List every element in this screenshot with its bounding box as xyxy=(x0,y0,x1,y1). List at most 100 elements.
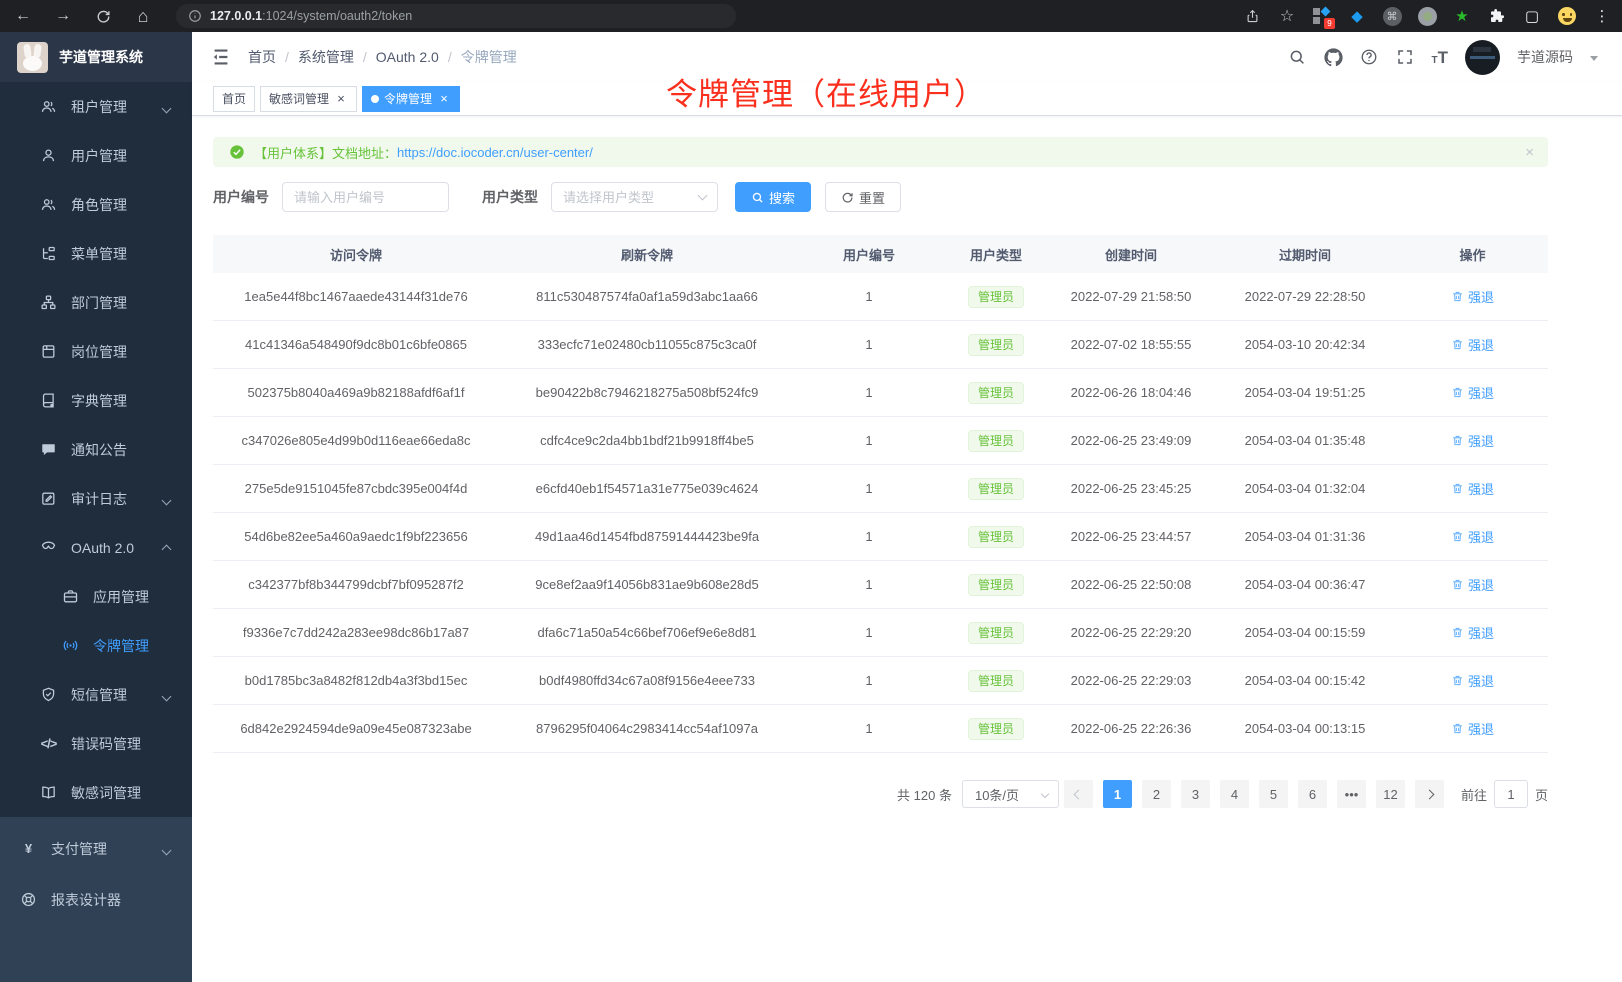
sidebar-item-menu-mgmt[interactable]: 菜单管理 xyxy=(0,229,192,278)
site-info-icon[interactable] xyxy=(188,9,202,23)
force-logout-button[interactable]: 强退 xyxy=(1451,287,1494,306)
sidebar-item-token-mgmt[interactable]: 令牌管理 xyxy=(0,621,192,670)
search-button[interactable]: 搜索 xyxy=(735,182,811,212)
pager-page-4[interactable]: 4 xyxy=(1220,780,1249,808)
user-menu-caret-icon[interactable] xyxy=(1590,56,1598,61)
force-logout-button[interactable]: 强退 xyxy=(1451,383,1494,402)
access-token-cell: 6d842e2924594de9a09e45e087323abe xyxy=(213,721,499,736)
browser-menu-icon[interactable]: ⋮ xyxy=(1592,6,1612,26)
browser-home-icon[interactable]: ⌂ xyxy=(134,7,152,25)
pager-next-button[interactable] xyxy=(1415,780,1444,808)
force-logout-button[interactable]: 强退 xyxy=(1451,479,1494,498)
profile-avatar-icon[interactable] xyxy=(1557,6,1577,26)
sidebar-item-dept[interactable]: 部门管理 xyxy=(0,278,192,327)
created-time-cell: 2022-06-25 22:29:20 xyxy=(1049,625,1213,640)
tab-token-mgmt[interactable]: 令牌管理 × xyxy=(362,86,460,112)
extension-recorder-icon[interactable] xyxy=(1417,6,1437,26)
breadcrumb-item[interactable]: 首页 xyxy=(248,47,276,67)
pager-prev-button[interactable] xyxy=(1064,780,1093,808)
sidebar-item-sensitive-words[interactable]: 敏感词管理 xyxy=(0,768,192,817)
force-logout-label: 强退 xyxy=(1468,335,1494,354)
sidebar-item-report-designer[interactable]: 报表设计器 xyxy=(0,874,192,925)
doc-link[interactable]: https://doc.iocoder.cn/user-center/ xyxy=(397,145,593,160)
sidebar-item-dict[interactable]: 字典管理 xyxy=(0,376,192,425)
col-user-id: 用户编号 xyxy=(795,245,943,264)
sidebar-item-post[interactable]: 岗位管理 xyxy=(0,327,192,376)
tab-close-icon[interactable]: × xyxy=(334,91,348,106)
browser-reload-icon[interactable] xyxy=(94,7,112,25)
user-type-select[interactable] xyxy=(551,182,718,212)
pager-page-6[interactable]: 6 xyxy=(1298,780,1327,808)
col-refresh-token: 刷新令牌 xyxy=(499,245,795,264)
font-size-icon[interactable]: TT xyxy=(1432,49,1449,66)
extension-cmd-icon[interactable]: ⌘ xyxy=(1382,6,1402,26)
sidebar-item-label: 用户管理 xyxy=(71,146,127,166)
pager-page-3[interactable]: 3 xyxy=(1181,780,1210,808)
sidebar-item-user[interactable]: 用户管理 xyxy=(0,131,192,180)
extension-star-icon[interactable]: ★ xyxy=(1452,6,1472,26)
col-access-token: 访问令牌 xyxy=(213,245,499,264)
pager-page-12[interactable]: 12 xyxy=(1376,780,1405,808)
extension-1024-icon[interactable]: 9 xyxy=(1312,6,1332,26)
sidebar-item-oauth-app[interactable]: 应用管理 xyxy=(0,572,192,621)
breadcrumb-item[interactable]: OAuth 2.0 xyxy=(376,49,439,65)
lifebuoy-icon xyxy=(20,891,37,908)
extensions-puzzle-icon[interactable] xyxy=(1487,6,1507,26)
pager-page-5[interactable]: 5 xyxy=(1259,780,1288,808)
help-icon[interactable] xyxy=(1360,48,1379,67)
force-logout-button[interactable]: 强退 xyxy=(1451,719,1494,738)
user-type-select-input[interactable] xyxy=(551,182,718,212)
sidebar-item-sms[interactable]: 短信管理 xyxy=(0,670,192,719)
force-logout-button[interactable]: 强退 xyxy=(1451,575,1494,594)
sidebar-item-payment[interactable]: ¥ 支付管理 xyxy=(0,823,192,874)
share-icon[interactable] xyxy=(1242,6,1262,26)
pager-page-1[interactable]: 1 xyxy=(1103,780,1132,808)
sidebar-item-tenant[interactable]: 租户管理 xyxy=(0,82,192,131)
force-logout-button[interactable]: 强退 xyxy=(1451,335,1494,354)
sidebar-item-errcode[interactable]: </> 错误码管理 xyxy=(0,719,192,768)
user-type-badge: 管理员 xyxy=(968,526,1024,548)
user-avatar[interactable] xyxy=(1465,40,1500,75)
sidebar-item-audit-log[interactable]: 审计日志 xyxy=(0,474,192,523)
goto-unit-label: 页 xyxy=(1535,785,1548,804)
pager-ellipsis[interactable]: ••• xyxy=(1337,780,1366,808)
alert-close-icon[interactable]: × xyxy=(1525,144,1534,161)
reset-button[interactable]: 重置 xyxy=(825,182,901,212)
hamburger-icon[interactable] xyxy=(210,46,232,68)
user-id-input[interactable] xyxy=(282,182,449,212)
browser-back-icon[interactable]: ← xyxy=(14,7,32,25)
col-user-type: 用户类型 xyxy=(943,245,1049,264)
menu-tree-icon xyxy=(40,245,57,262)
extension-badge: 9 xyxy=(1324,18,1335,29)
created-time-cell: 2022-06-26 18:04:46 xyxy=(1049,385,1213,400)
app-logo[interactable]: 芋道管理系统 xyxy=(0,32,192,82)
address-bar[interactable]: 127.0.0.1:1024/system/oauth2/token xyxy=(176,4,736,28)
browser-forward-icon[interactable]: → xyxy=(54,7,72,25)
search-icon[interactable] xyxy=(1288,48,1307,67)
sidebar-item-label: 应用管理 xyxy=(93,587,149,607)
force-logout-button[interactable]: 强退 xyxy=(1451,671,1494,690)
github-icon[interactable] xyxy=(1324,48,1343,67)
page-size-select[interactable]: 10条/页 xyxy=(962,780,1059,808)
tab-close-icon[interactable]: × xyxy=(437,91,451,106)
force-logout-button[interactable]: 强退 xyxy=(1451,623,1494,642)
tab-home[interactable]: 首页 xyxy=(213,86,255,112)
extension-window-icon[interactable]: ▢ xyxy=(1522,6,1542,26)
username[interactable]: 芋道源码 xyxy=(1517,47,1573,67)
user-id-cell: 1 xyxy=(795,337,943,352)
bookmark-star-icon[interactable]: ☆ xyxy=(1277,6,1297,26)
pager-page-2[interactable]: 2 xyxy=(1142,780,1171,808)
sidebar-item-role[interactable]: 角色管理 xyxy=(0,180,192,229)
force-logout-button[interactable]: 强退 xyxy=(1451,431,1494,450)
expire-time-cell: 2054-03-10 20:42:34 xyxy=(1213,337,1397,352)
sidebar-item-notice[interactable]: 通知公告 xyxy=(0,425,192,474)
force-logout-button[interactable]: 强退 xyxy=(1451,527,1494,546)
breadcrumb-item[interactable]: 系统管理 xyxy=(298,47,354,67)
user-type-badge: 管理员 xyxy=(968,334,1024,356)
sidebar-item-label: 令牌管理 xyxy=(93,636,149,656)
fullscreen-icon[interactable] xyxy=(1396,48,1415,67)
goto-page-input[interactable] xyxy=(1494,780,1528,808)
sidebar-item-oauth2[interactable]: OAuth 2.0 xyxy=(0,523,192,572)
extension-gem-icon[interactable]: ◆ xyxy=(1347,6,1367,26)
tab-sensitive-words[interactable]: 敏感词管理 × xyxy=(260,86,357,112)
